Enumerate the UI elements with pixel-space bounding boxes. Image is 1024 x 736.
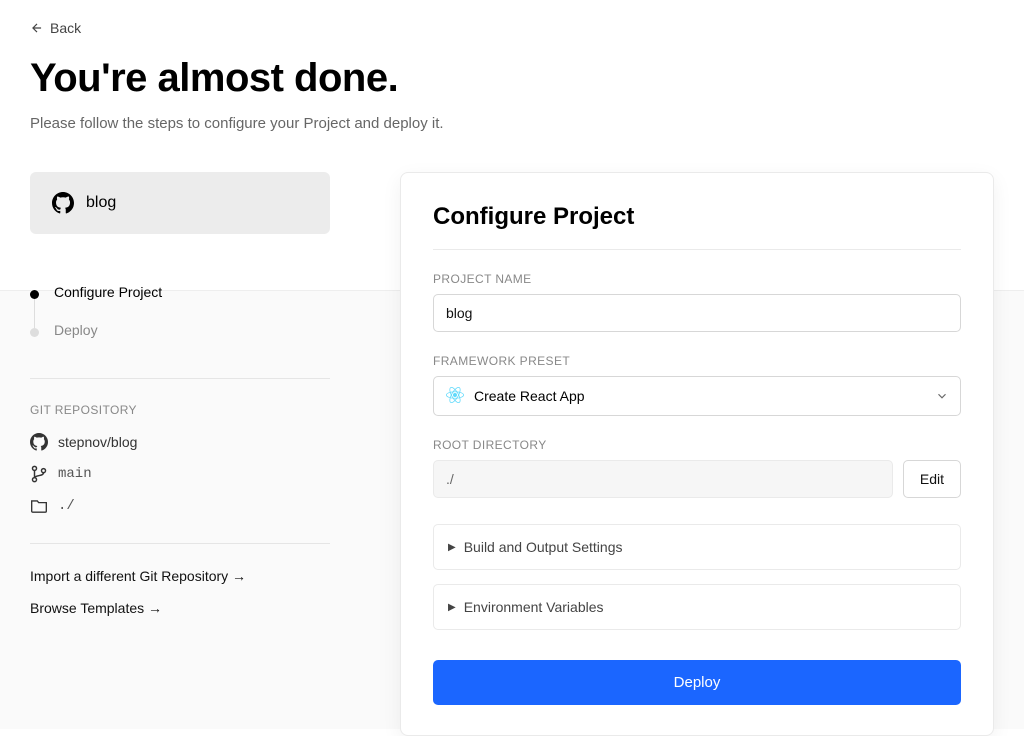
git-repo-heading: GIT REPOSITORY: [30, 403, 330, 417]
environment-variables-toggle[interactable]: ▶ Environment Variables: [433, 584, 961, 630]
import-different-repo-link[interactable]: Import a different Git Repository →: [30, 568, 246, 584]
page-title: You're almost done.: [30, 56, 994, 101]
triangle-right-icon: ▶: [448, 542, 456, 553]
build-output-settings-toggle[interactable]: ▶ Build and Output Settings: [433, 524, 961, 570]
github-icon: [30, 433, 48, 451]
step-label: Deploy: [54, 322, 98, 338]
framework-preset-label: FRAMEWORK PRESET: [433, 354, 961, 368]
github-icon: [52, 192, 74, 214]
divider: [433, 249, 961, 250]
branch-icon: [30, 465, 48, 483]
steps-list: Configure Project Deploy: [30, 284, 330, 338]
step-configure-project[interactable]: Configure Project: [30, 284, 330, 300]
collapse-label: Build and Output Settings: [464, 539, 623, 555]
browse-templates-link[interactable]: Browse Templates →: [30, 600, 162, 616]
divider: [30, 543, 330, 544]
git-repo-path: stepnov/blog: [58, 434, 137, 450]
triangle-right-icon: ▶: [448, 602, 456, 613]
configure-project-card: Configure Project PROJECT NAME FRAMEWORK…: [400, 172, 994, 736]
git-root: ./: [58, 498, 75, 514]
edit-root-directory-button[interactable]: Edit: [903, 460, 961, 498]
git-root-row: ./: [30, 497, 330, 515]
step-label: Configure Project: [54, 284, 162, 300]
deploy-button[interactable]: Deploy: [433, 660, 961, 705]
arrow-left-icon: [30, 21, 44, 35]
project-name-input[interactable]: [433, 294, 961, 332]
git-repo-path-row: stepnov/blog: [30, 433, 330, 451]
react-icon: [446, 387, 464, 405]
framework-preset-value: Create React App: [474, 388, 585, 404]
back-link-label: Back: [50, 20, 81, 36]
git-branch: main: [58, 466, 92, 482]
step-deploy[interactable]: Deploy: [30, 322, 330, 338]
repo-chip-name: blog: [86, 194, 116, 212]
project-name-label: PROJECT NAME: [433, 272, 961, 286]
page-subtitle: Please follow the steps to configure you…: [30, 115, 994, 132]
divider: [30, 378, 330, 379]
step-dot-icon: [30, 328, 39, 337]
step-dot-icon: [30, 290, 39, 299]
card-title: Configure Project: [433, 203, 961, 231]
root-directory-label: ROOT DIRECTORY: [433, 438, 961, 452]
repo-chip[interactable]: blog: [30, 172, 330, 234]
git-branch-row: main: [30, 465, 330, 483]
root-directory-value: ./: [433, 460, 893, 498]
folder-icon: [30, 497, 48, 515]
back-link[interactable]: Back: [30, 20, 81, 36]
collapse-label: Environment Variables: [464, 599, 604, 615]
framework-preset-select[interactable]: Create React App: [433, 376, 961, 416]
